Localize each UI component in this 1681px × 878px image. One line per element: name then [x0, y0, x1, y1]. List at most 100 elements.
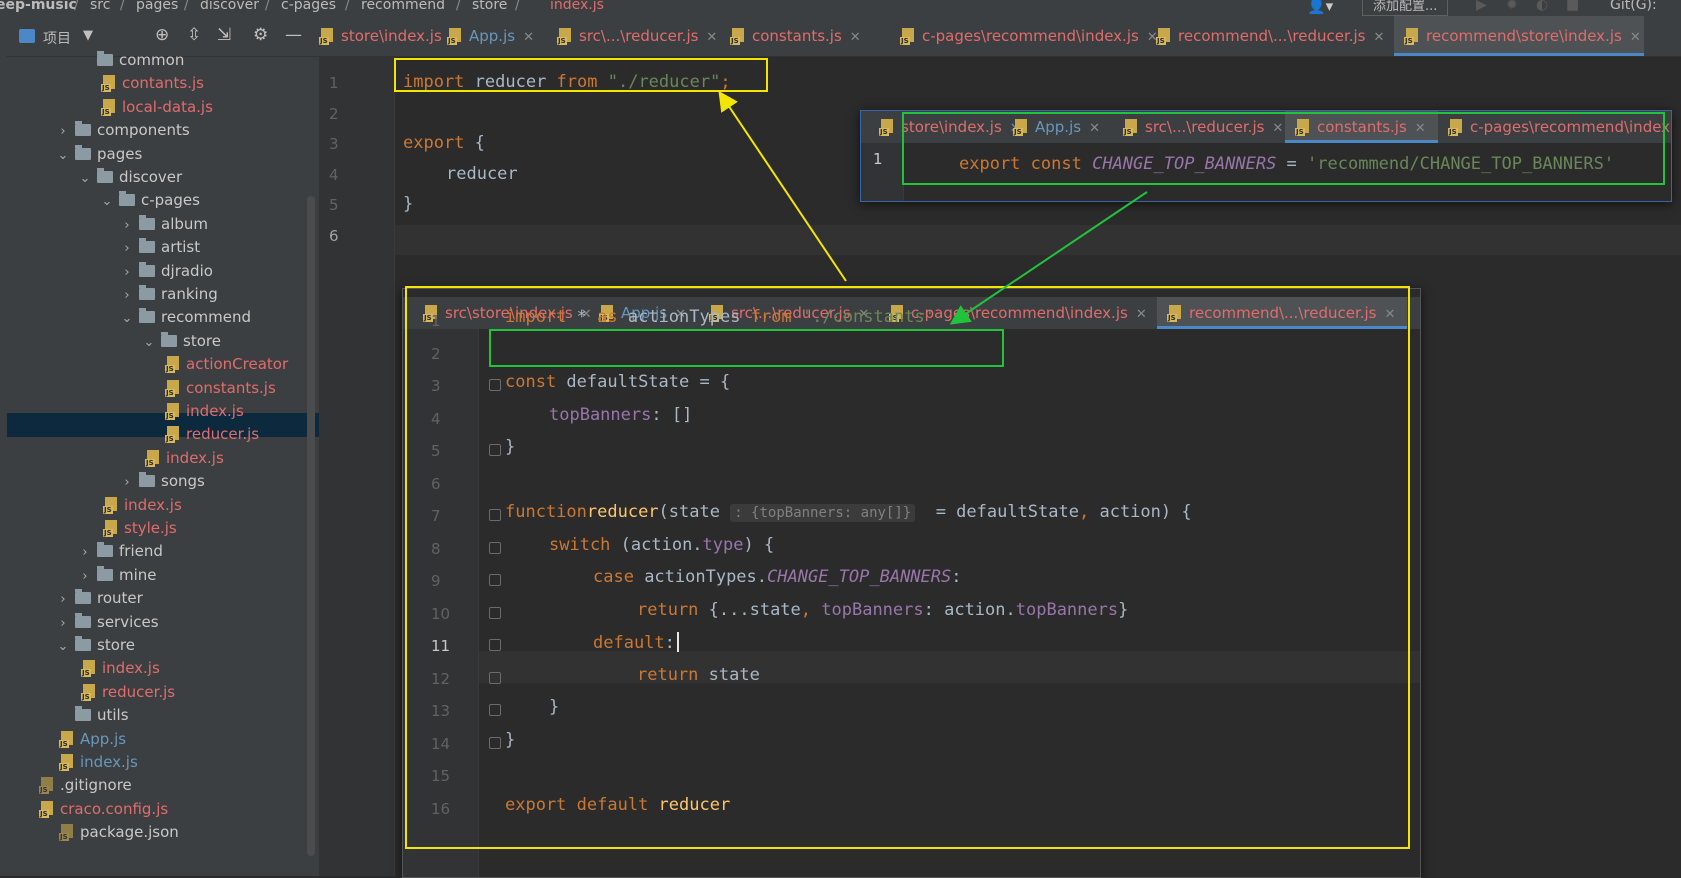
chevron-down-icon[interactable]: ⌄	[141, 331, 157, 355]
tree-item[interactable]: constants.js	[161, 376, 276, 400]
tree-item[interactable]: › router	[55, 586, 143, 610]
tree-item[interactable]: › services	[55, 610, 159, 634]
tree-item[interactable]: ⌄ recommend	[119, 305, 251, 329]
chevron-right-icon[interactable]: ›	[119, 261, 135, 285]
add-configuration-button[interactable]: 添加配置...	[1362, 0, 1449, 16]
chevron-right-icon[interactable]: ›	[77, 541, 93, 565]
chevron-right-icon[interactable]: ›	[77, 565, 93, 589]
breadcrumb-src[interactable]: src	[90, 0, 110, 13]
tree-item[interactable]: App.js	[55, 727, 126, 751]
code-line-4[interactable]: reducer	[446, 164, 518, 184]
tree-item[interactable]: common	[77, 48, 184, 72]
collapse-all-icon[interactable]: ⇲	[217, 25, 231, 45]
tree-item[interactable]: ⌄ discover	[77, 165, 182, 189]
annotation-box-reducer-popup	[405, 286, 1410, 849]
code-line-3[interactable]: export {	[403, 133, 485, 153]
editor-tab[interactable]: recommend\store\index.js ✕	[1394, 16, 1644, 56]
tree-item[interactable]: package.json	[55, 820, 179, 844]
expand-all-icon[interactable]: ⇳	[187, 25, 201, 45]
tree-item-label: style.js	[124, 519, 177, 537]
tree-item[interactable]: ⌄ store	[55, 633, 135, 657]
tree-item[interactable]: › artist	[119, 235, 200, 259]
editor-tab[interactable]: App.js ✕	[437, 16, 547, 56]
close-icon[interactable]: ✕	[1630, 30, 1641, 45]
user-icon[interactable]: 👤▾	[1307, 0, 1333, 15]
locate-icon[interactable]: ⊕	[155, 25, 169, 45]
tree-item[interactable]: › components	[55, 118, 190, 142]
js-file-icon	[81, 683, 97, 701]
tree-item[interactable]: index.js	[99, 493, 182, 517]
js-file-icon	[103, 520, 119, 537]
close-icon[interactable]: ✕	[706, 30, 717, 45]
tree-item[interactable]: actionCreator	[161, 352, 288, 376]
chevron-right-icon[interactable]: ›	[119, 237, 135, 261]
chevron-right-icon[interactable]: ›	[119, 471, 135, 495]
gear-icon[interactable]: ⚙	[253, 25, 268, 45]
project-scrollbar[interactable]	[307, 196, 315, 856]
constants-popup-gutter: 1	[861, 143, 904, 201]
tree-item[interactable]: index.js	[77, 656, 160, 680]
editor-tab[interactable]: c-pages\recommend\index.js✕	[890, 16, 1158, 56]
js-file-icon	[81, 660, 97, 678]
run-icon[interactable]: ▶	[1476, 0, 1487, 13]
tree-item[interactable]: craco.config.js	[35, 797, 168, 821]
breadcrumb-separator: /	[120, 0, 125, 13]
tree-item[interactable]: › songs	[119, 469, 205, 493]
chevron-down-icon[interactable]: ⌄	[119, 307, 135, 331]
tree-item[interactable]: reducer.js	[77, 680, 175, 704]
chevron-down-icon[interactable]: ⌄	[55, 635, 71, 659]
js-file-icon	[557, 28, 573, 45]
hide-icon[interactable]: —	[285, 25, 302, 45]
editor-tab[interactable]: src\...\reducer.js ✕	[547, 16, 720, 56]
breadcrumb-recommend[interactable]: recommend	[361, 0, 445, 13]
chevron-down-icon[interactable]: ⌄	[77, 167, 93, 191]
chevron-right-icon[interactable]: ›	[119, 214, 135, 238]
tree-item[interactable]: › ranking	[119, 282, 218, 306]
editor-tab[interactable]: recommend\...\reducer.js ✕	[1146, 16, 1394, 56]
editor-tab[interactable]: store\index.js✕	[319, 16, 461, 56]
js-file-icon	[145, 449, 161, 467]
chevron-down-icon[interactable]: ▼	[83, 28, 93, 43]
tree-item[interactable]: .gitignore	[35, 773, 132, 797]
code-line-5[interactable]: }	[403, 194, 413, 214]
coverage-icon[interactable]: ◐	[1536, 0, 1548, 13]
breadcrumb-c-pages[interactable]: c-pages	[281, 0, 336, 13]
project-panel-title[interactable]: 项目	[43, 28, 71, 48]
tree-item[interactable]: › friend	[77, 539, 163, 563]
tree-item[interactable]: ⌄ c-pages	[99, 188, 200, 212]
close-icon[interactable]: ✕	[850, 30, 861, 45]
chevron-right-icon[interactable]: ›	[55, 612, 71, 636]
tree-item[interactable]: › djradio	[119, 259, 213, 283]
tree-item[interactable]: index.js	[141, 446, 224, 470]
tree-item[interactable]: ⌄ store	[141, 329, 221, 353]
tree-item[interactable]: ⌄ pages	[55, 142, 142, 166]
tree-item[interactable]: style.js	[99, 516, 177, 540]
breadcrumb-file[interactable]: index.js	[550, 0, 604, 13]
chevron-right-icon[interactable]: ›	[119, 284, 135, 308]
chevron-right-icon[interactable]: ›	[55, 588, 71, 612]
chevron-right-icon[interactable]: ›	[55, 120, 71, 144]
tree-item[interactable]: index.js	[161, 399, 244, 423]
stop-icon[interactable]: ■	[1566, 0, 1579, 13]
tree-item[interactable]: local-data.js	[97, 95, 213, 119]
breadcrumb-discover[interactable]: discover	[200, 0, 259, 13]
js-file-icon	[447, 28, 463, 45]
chevron-down-icon[interactable]: ⌄	[99, 190, 115, 214]
tree-item[interactable]: › mine	[77, 563, 157, 587]
tree-item-label: services	[97, 612, 159, 631]
editor-tab[interactable]: constants.js ✕	[720, 16, 890, 56]
breadcrumb-project[interactable]: eep-music	[0, 0, 77, 13]
close-icon[interactable]: ✕	[1374, 30, 1385, 45]
tree-item[interactable]: reducer.js	[161, 422, 259, 446]
close-icon[interactable]: ✕	[523, 30, 534, 45]
debug-icon[interactable]: ✹	[1506, 0, 1518, 13]
breadcrumb-separator: /	[345, 0, 350, 13]
tree-item[interactable]: index.js	[55, 750, 138, 774]
chevron-down-icon[interactable]: ⌄	[55, 144, 71, 168]
tree-item[interactable]: › album	[119, 212, 208, 236]
breadcrumb-store[interactable]: store	[472, 0, 507, 13]
tree-item-label: craco.config.js	[60, 799, 169, 818]
tree-item[interactable]: utils	[55, 703, 129, 727]
breadcrumb-pages[interactable]: pages	[136, 0, 178, 13]
tree-item[interactable]: contants.js	[97, 71, 204, 95]
